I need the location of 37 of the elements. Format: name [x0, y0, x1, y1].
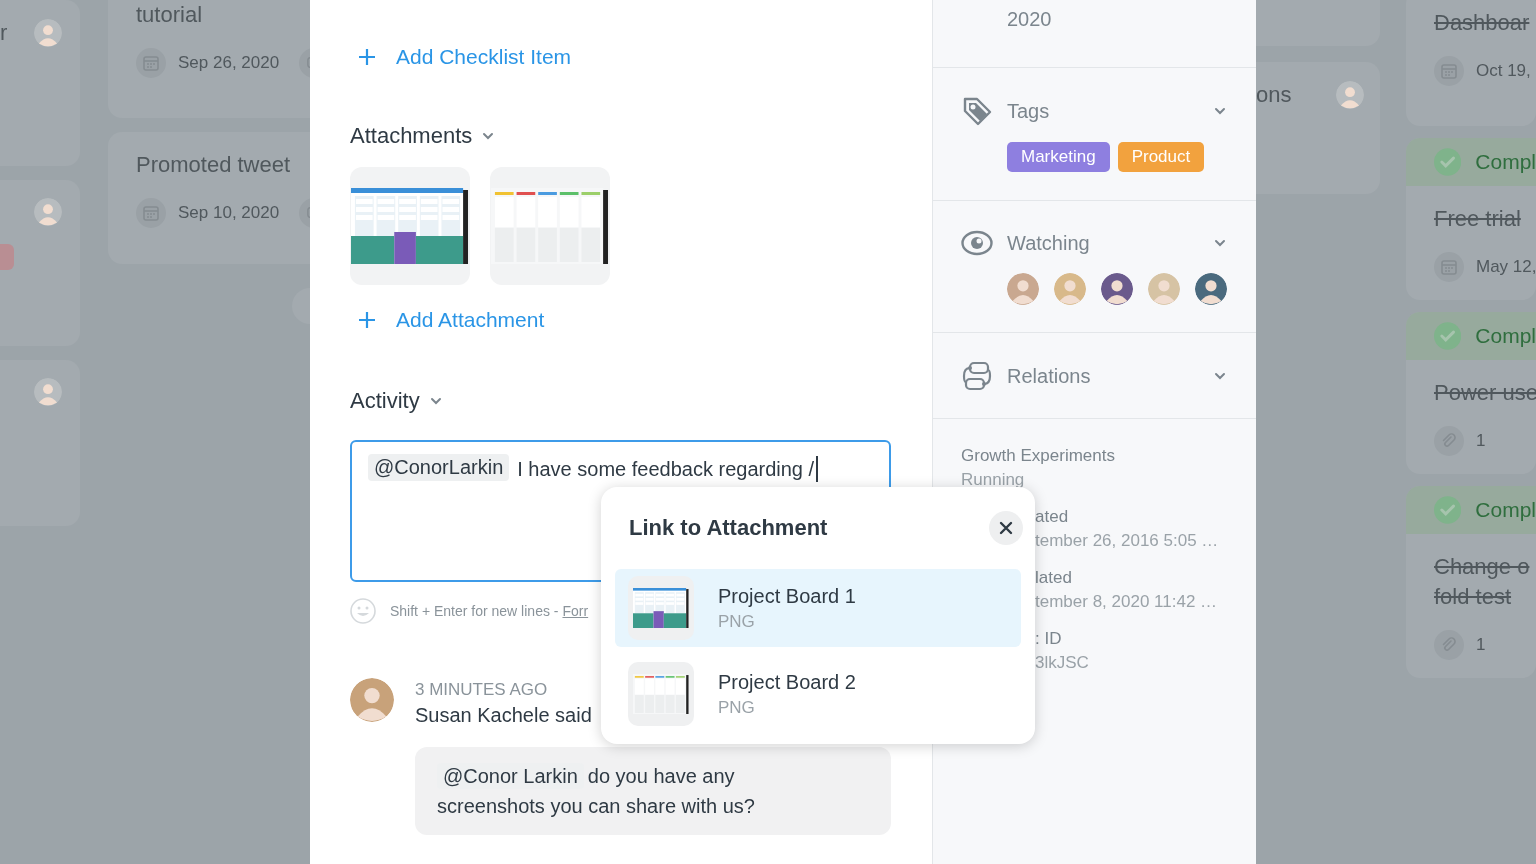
card-meta: Oct 19,	[1476, 61, 1531, 81]
status-label: Compl	[1475, 324, 1536, 348]
card-title: Change o	[1434, 553, 1530, 581]
card-title: fold test	[1434, 583, 1513, 611]
comment-draft-text: I have some feedback regarding /	[517, 457, 815, 482]
card-meta: 1	[1476, 635, 1486, 655]
detail-value: tember 8, 2020 11:42 …	[1035, 591, 1219, 613]
card-meta: 1	[1476, 431, 1486, 451]
card-title: ons	[1256, 81, 1292, 109]
status-label: Compl	[1475, 498, 1536, 522]
card-meta: May 12,	[1476, 257, 1536, 277]
detail-label: ated	[1035, 506, 1070, 528]
detail-label: Growth Experiments	[961, 445, 1116, 467]
popup-title: Link to Attachment	[629, 515, 828, 541]
card-title: Promoted tweet	[136, 151, 291, 179]
attachment-type: PNG	[718, 611, 756, 632]
card-meta: Sep 10, 2020	[178, 203, 280, 223]
detail-label: : ID	[1035, 628, 1063, 650]
comment-author: Susan Kachele said	[415, 704, 592, 727]
card-meta: Sep 26, 2020	[178, 53, 280, 73]
card-title: tutorial	[136, 1, 203, 29]
card-title: Free trial	[1434, 205, 1521, 233]
attachment-name: Project Board 1	[718, 584, 856, 608]
card-title: r	[0, 19, 8, 47]
hint-text: Shift + Enter for new lines - Forr	[390, 603, 589, 619]
card-title: Dashboar	[1434, 9, 1530, 37]
attachment-name: Project Board 2	[718, 670, 856, 694]
detail-value: 3lkJSC	[1035, 652, 1090, 674]
status-label: Compl	[1475, 150, 1536, 174]
comment-time: 3 MINUTES AGO	[415, 680, 548, 700]
date-range-text: 2020	[1007, 8, 1052, 30]
detail-label: lated	[1035, 567, 1073, 589]
detail-value: Running	[961, 469, 1026, 491]
attachment-type: PNG	[718, 697, 756, 718]
comment-text: @Conor Larkin do you have any screenshots you can share with us?	[437, 762, 756, 819]
detail-value: tember 26, 2016 5:05 …	[1035, 530, 1220, 552]
mention-tag: @ConorLarkin	[368, 454, 510, 481]
